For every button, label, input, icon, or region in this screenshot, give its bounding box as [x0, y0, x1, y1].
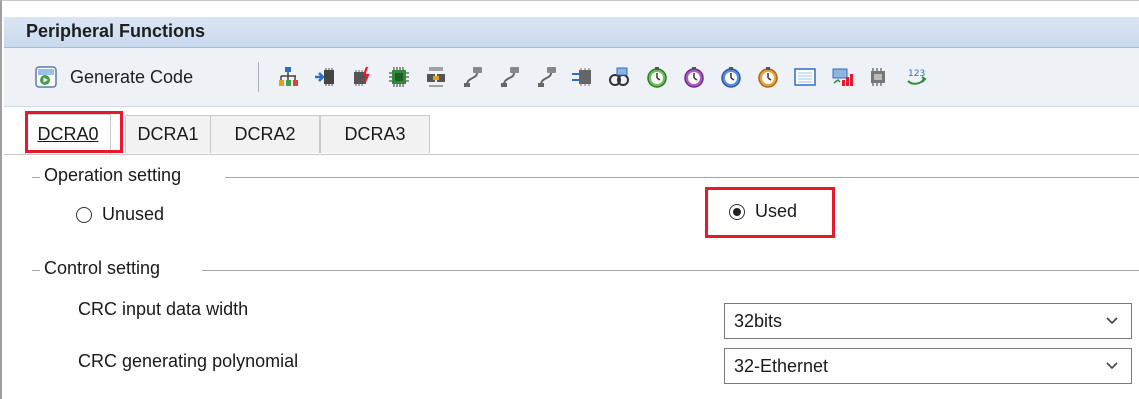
interrupt-icon[interactable] — [350, 65, 374, 89]
chip-icon[interactable] — [387, 65, 411, 89]
timer-icon[interactable] — [645, 65, 669, 89]
tab-dcra2-label: DCRA2 — [234, 124, 296, 144]
generate-code-button[interactable]: Generate Code — [34, 60, 193, 94]
tab-dcra3-label: DCRA3 — [344, 124, 406, 144]
crc-polynomial-select[interactable]: 32-Ethernet — [724, 348, 1132, 384]
toolbar-separator — [258, 62, 259, 92]
signal-icon[interactable] — [830, 65, 854, 89]
control-legend-line-right — [202, 270, 1139, 271]
tab-dcra2[interactable]: DCRA2 — [210, 115, 320, 153]
toolbar: Generate Code 123 — [4, 48, 1139, 107]
chevron-down-icon — [1106, 362, 1118, 370]
io-icon[interactable] — [570, 65, 594, 89]
tab-dcra1[interactable]: DCRA1 — [125, 115, 211, 153]
dma-icon[interactable] — [424, 65, 448, 89]
port-icon[interactable] — [313, 65, 337, 89]
display-icon[interactable] — [793, 65, 817, 89]
chevron-down-icon — [1106, 317, 1118, 325]
unused-radio[interactable]: Unused — [76, 204, 164, 225]
crc-polynomial-label: CRC generating polynomial — [78, 351, 299, 371]
control-legend-line-left — [32, 270, 40, 271]
crc-input-width-select[interactable]: 32bits — [724, 303, 1132, 339]
used-highlight-box — [705, 187, 835, 238]
generate-code-icon — [35, 66, 57, 88]
serial-2-icon[interactable] — [498, 65, 522, 89]
memory-icon[interactable] — [867, 65, 891, 89]
unused-radio-circle — [76, 206, 92, 223]
tab-strip: DCRA0 DCRA1 DCRA2 DCRA3 — [4, 107, 1139, 155]
operation-legend-line-left — [32, 177, 40, 178]
tab-highlight-box — [25, 111, 123, 153]
crc-polynomial-value: 32-Ethernet — [734, 355, 829, 376]
unused-radio-label: Unused — [102, 204, 165, 224]
serial-icon[interactable] — [461, 65, 485, 89]
operation-legend-line-right — [225, 177, 1139, 178]
timer-3-icon[interactable] — [719, 65, 743, 89]
generate-code-label: Generate Code — [70, 66, 194, 87]
timer-4-icon[interactable] — [756, 65, 780, 89]
panel-title: Peripheral Functions — [26, 21, 206, 41]
counter-icon[interactable]: 123 — [904, 65, 928, 89]
tab-dcra1-label: DCRA1 — [137, 124, 199, 144]
crc-input-width-label: CRC input data width — [78, 299, 249, 319]
link-icon[interactable] — [607, 65, 631, 89]
serial-3-icon[interactable] — [535, 65, 559, 89]
clock-tree-icon[interactable] — [276, 65, 300, 89]
tab-dcra3[interactable]: DCRA3 — [320, 115, 430, 153]
crc-input-width-value: 32bits — [734, 310, 783, 331]
peripheral-functions-panel: Peripheral Functions Generate Code 123 D… — [0, 0, 1139, 399]
panel-titlebar: Peripheral Functions — [4, 17, 1139, 48]
operation-setting-legend: Operation setting — [44, 165, 182, 185]
control-setting-legend: Control setting — [44, 258, 161, 278]
timer-2-icon[interactable] — [682, 65, 706, 89]
